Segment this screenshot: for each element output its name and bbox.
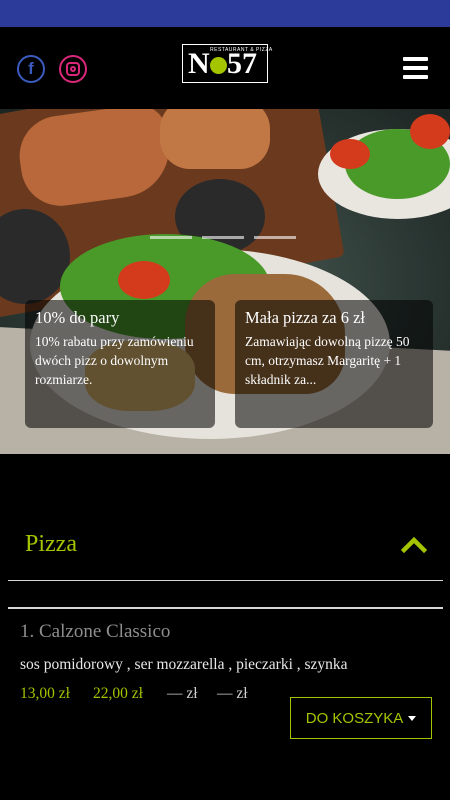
promo-card[interactable]: 10% do pary 10% rabatu przy zamówieniu d…	[25, 300, 215, 428]
item-price: 13,00 zł	[20, 685, 70, 702]
divider	[8, 607, 443, 609]
hero-banner: 10% do pary 10% rabatu przy zamówieniu d…	[0, 109, 450, 454]
hero-image-side-tomato	[410, 114, 450, 149]
restaurant-logo[interactable]: N RESTAURANT & PIZZA 57	[182, 44, 272, 83]
promo-title: Mała pizza za 6 zł	[245, 308, 366, 327]
item-price: 22,00 zł	[93, 685, 143, 702]
promo-card[interactable]: Mała pizza za 6 zł Zamawiając dowolną pi…	[235, 300, 433, 428]
hero-image-side-tomato-2	[330, 139, 370, 169]
facebook-icon[interactable]: f	[17, 55, 45, 83]
add-to-cart-label: DO KOSZYKA	[305, 709, 404, 727]
hero-image-tomato	[118, 261, 170, 299]
promo-title: 10% do pary	[35, 308, 120, 327]
logo-circle	[210, 57, 227, 74]
category-title: Pizza	[25, 531, 77, 557]
item-price: — zł	[217, 685, 248, 702]
item-name: 1. Calzone Classico	[20, 621, 171, 642]
slider-indicator[interactable]	[150, 236, 300, 239]
instagram-icon[interactable]	[59, 55, 87, 83]
logo-letter: N	[188, 47, 210, 80]
caret-down-icon	[408, 715, 417, 721]
promo-text: 10% rabatu przy zamówieniu dwóch pizz o …	[35, 334, 194, 387]
hero-image-steak-2	[160, 109, 270, 169]
category-header-pizza[interactable]: Pizza	[8, 513, 443, 581]
top-bar: f N RESTAURANT & PIZZA 57	[0, 27, 450, 109]
add-to-cart-button[interactable]: DO KOSZYKA	[290, 697, 432, 739]
promo-text: Zamawiając dowolną pizzę 50 cm, otrzymas…	[245, 334, 410, 387]
chevron-up-icon[interactable]	[401, 531, 427, 557]
item-price: — zł	[167, 685, 198, 702]
hamburger-menu-icon[interactable]	[403, 57, 428, 79]
item-description: sos pomidorowy , ser mozzarella , piecza…	[20, 656, 348, 673]
logo-number: 57	[227, 47, 257, 80]
status-bar	[0, 0, 450, 27]
